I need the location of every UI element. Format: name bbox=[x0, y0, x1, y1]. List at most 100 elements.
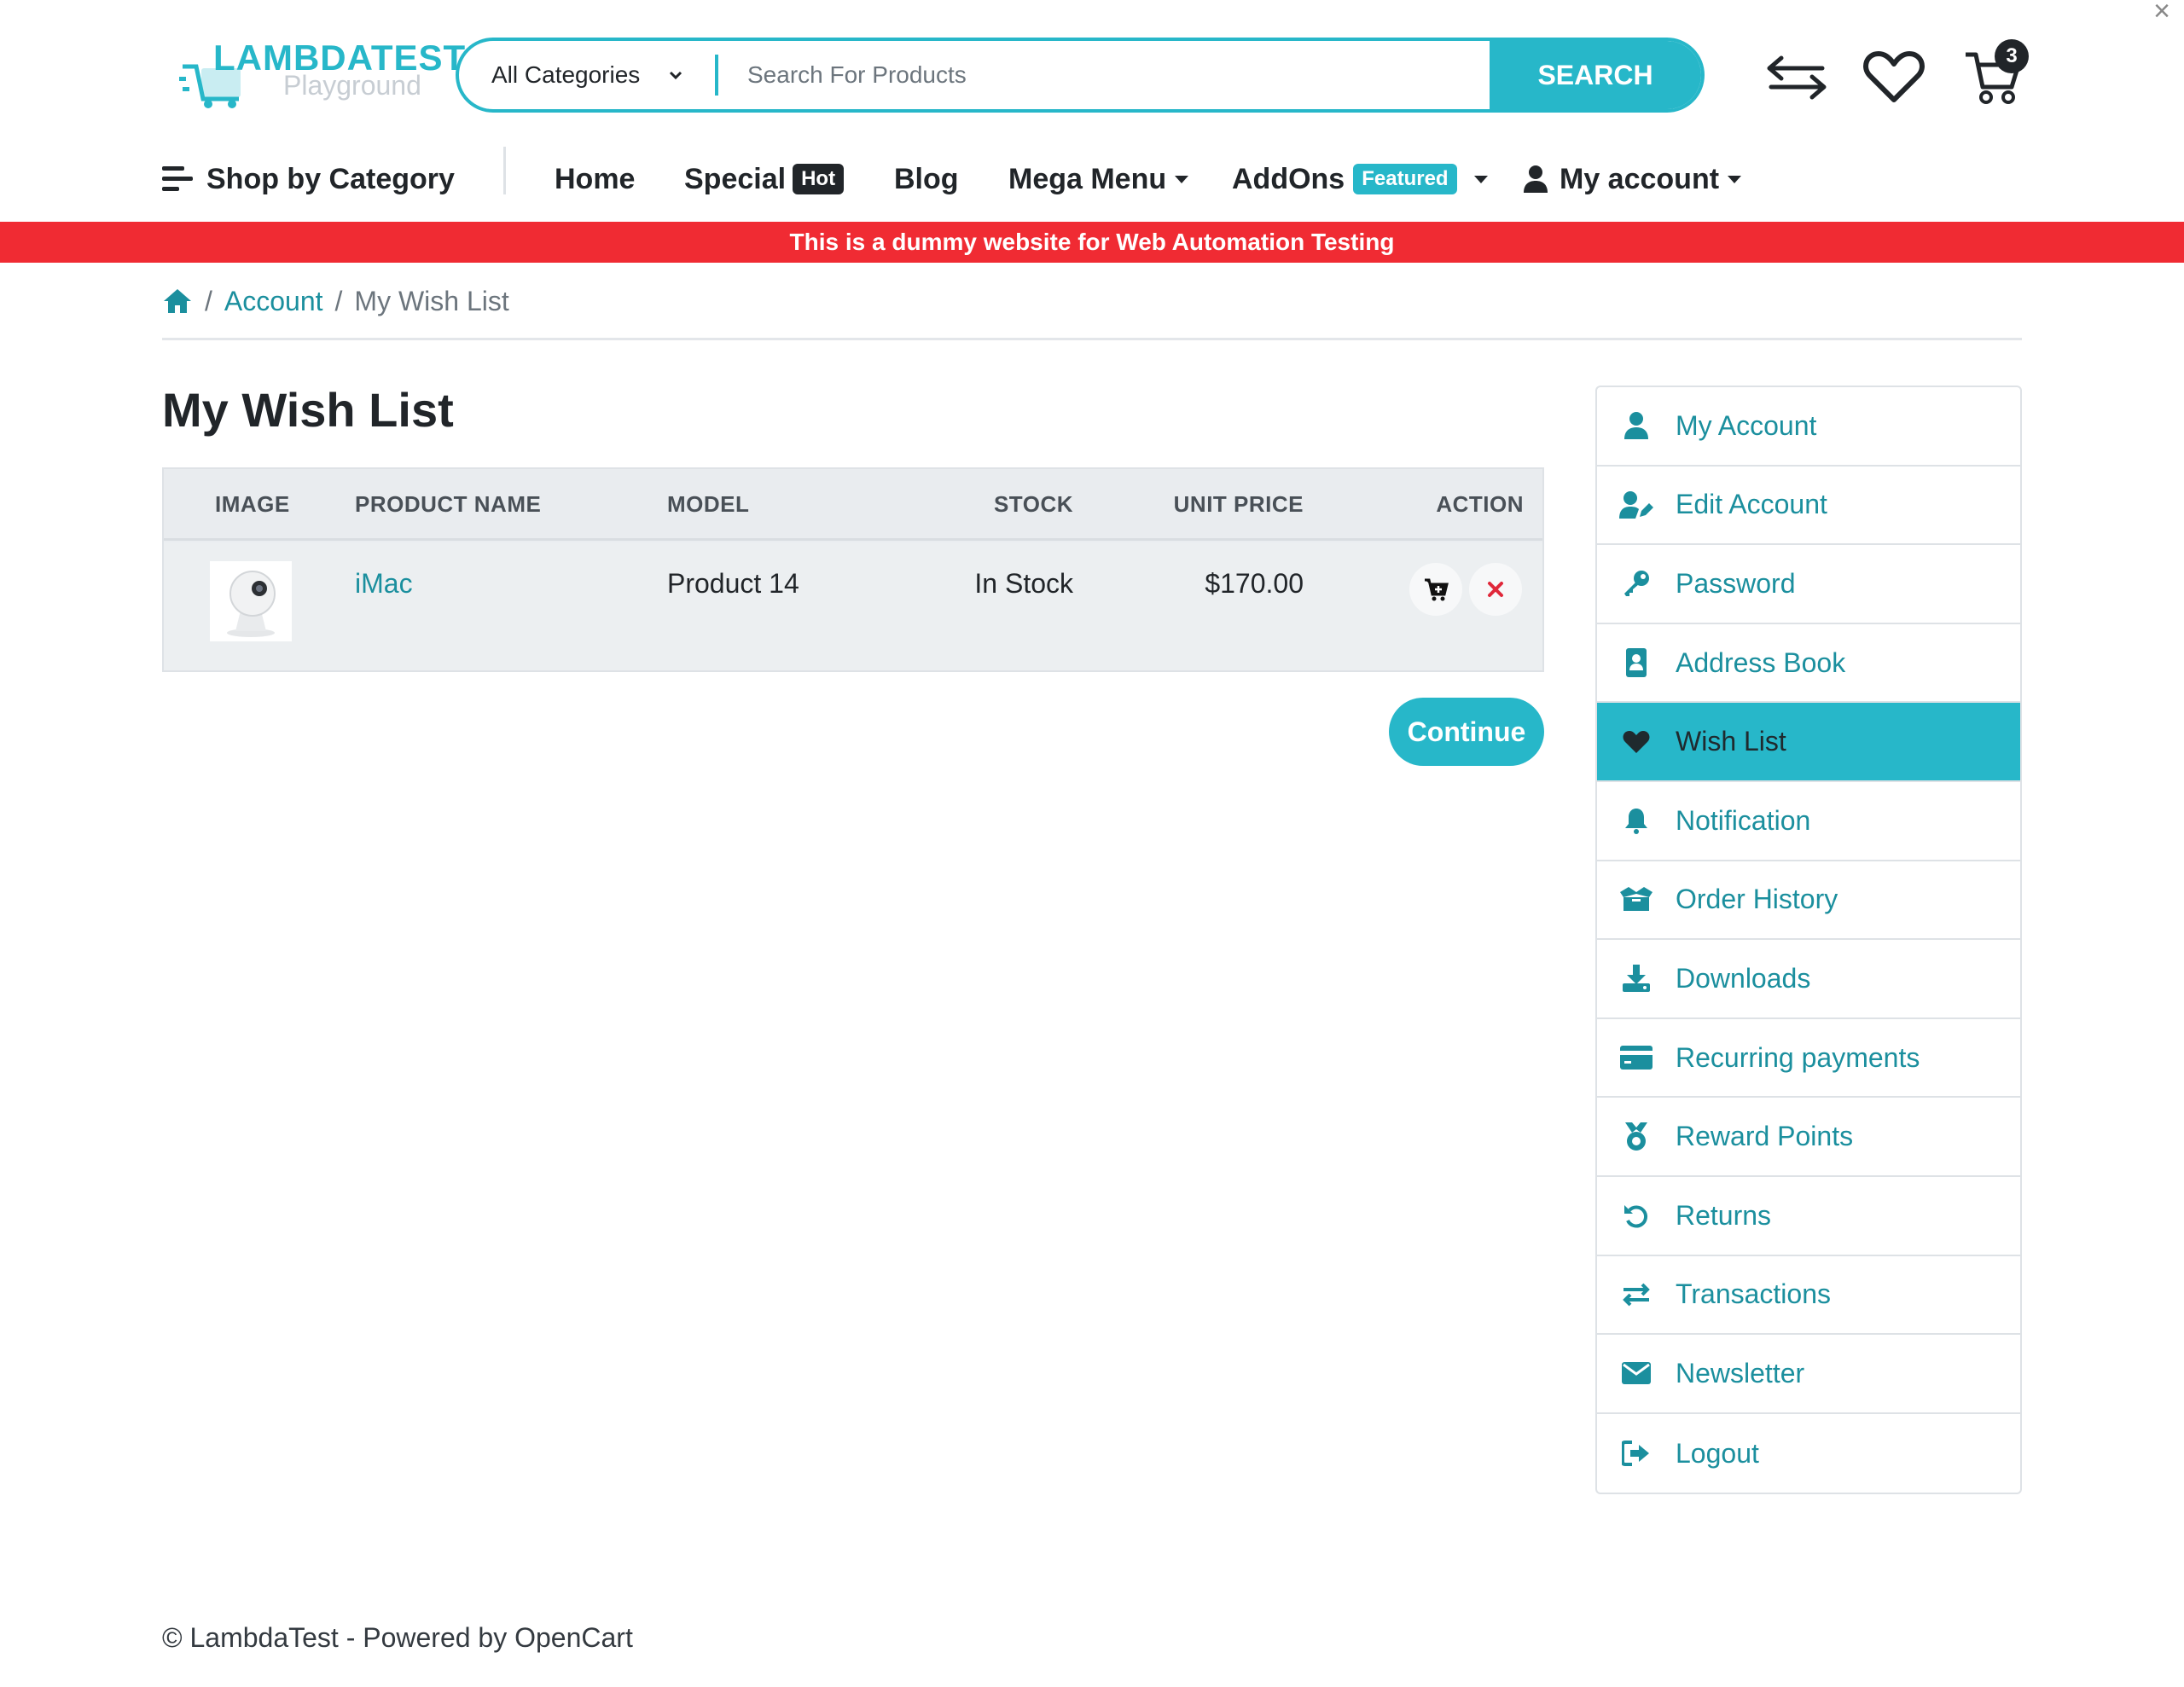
sidebar-item-my-account[interactable]: My Account bbox=[1597, 387, 2020, 467]
breadcrumb-divider bbox=[162, 338, 2022, 340]
main-nav: Shop by Category Home Special Hot Blog M… bbox=[0, 136, 2184, 222]
add-to-cart-button[interactable] bbox=[1409, 563, 1462, 616]
table-header: IMAGE PRODUCT NAME MODEL STOCK UNIT PRIC… bbox=[164, 469, 1542, 541]
column-header-unit-price: UNIT PRICE bbox=[1173, 491, 1304, 517]
search-button[interactable]: SEARCH bbox=[1490, 41, 1701, 109]
search-bar: All Categories SEARCH bbox=[456, 38, 1705, 113]
download-icon bbox=[1619, 961, 1653, 995]
table-row: iMac Product 14 In Stock $170.00 bbox=[164, 542, 1542, 670]
nav-my-account[interactable]: My account bbox=[1524, 154, 1742, 205]
user-icon bbox=[1619, 409, 1653, 443]
sidebar-item-label: Password bbox=[1676, 567, 1796, 599]
sidebar-item-label: Notification bbox=[1676, 804, 1811, 836]
sidebar-item-returns[interactable]: Returns bbox=[1597, 1177, 2020, 1256]
product-name-link[interactable]: iMac bbox=[355, 568, 413, 600]
search-input[interactable] bbox=[718, 41, 1490, 109]
sidebar-item-label: Address Book bbox=[1676, 646, 1846, 678]
envelope-icon bbox=[1619, 1356, 1653, 1390]
webcam-product-image bbox=[210, 561, 292, 641]
footer-copyright: © LambdaTest - Powered by OpenCart bbox=[162, 1622, 633, 1653]
chevron-down-icon bbox=[669, 71, 682, 80]
cart-count-badge: 3 bbox=[1995, 39, 2029, 73]
category-select-value: All Categories bbox=[491, 61, 641, 88]
shop-by-category-label: Shop by Category bbox=[206, 162, 455, 195]
home-icon[interactable] bbox=[162, 287, 193, 315]
undo-icon bbox=[1619, 1198, 1653, 1232]
breadcrumb-account[interactable]: Account bbox=[224, 286, 323, 317]
credit-card-icon bbox=[1619, 1041, 1653, 1075]
nav-addons[interactable]: AddOns Featured bbox=[1232, 154, 1488, 205]
nav-addons-label: AddOns bbox=[1232, 162, 1345, 195]
sidebar-item-label: Order History bbox=[1676, 884, 1838, 915]
caret-down-icon bbox=[1728, 175, 1742, 183]
exchange-icon bbox=[1619, 1278, 1653, 1312]
breadcrumb-current: My Wish List bbox=[354, 285, 509, 316]
menu-bars-icon bbox=[162, 166, 193, 191]
sidebar-item-label: Wish List bbox=[1676, 726, 1786, 757]
sidebar-item-logout[interactable]: Logout bbox=[1597, 1414, 2020, 1493]
category-select[interactable]: All Categories bbox=[459, 41, 715, 109]
nav-special[interactable]: Special Hot bbox=[684, 154, 845, 205]
hot-badge: Hot bbox=[793, 164, 845, 194]
address-book-icon bbox=[1619, 646, 1653, 680]
wishlist-button[interactable] bbox=[1860, 43, 1928, 111]
sign-out-icon bbox=[1619, 1436, 1653, 1470]
nav-home[interactable]: Home bbox=[555, 154, 635, 205]
box-open-icon bbox=[1619, 883, 1653, 917]
sidebar-item-label: Reward Points bbox=[1676, 1121, 1854, 1152]
caret-down-icon bbox=[1473, 175, 1488, 183]
nav-blog-label: Blog bbox=[894, 162, 959, 195]
sidebar-item-wish-list[interactable]: Wish List bbox=[1597, 703, 2020, 782]
sidebar-item-label: Edit Account bbox=[1676, 489, 1827, 520]
product-model: Product 14 bbox=[667, 568, 799, 599]
nav-special-label: Special bbox=[684, 162, 787, 195]
nav-blog[interactable]: Blog bbox=[894, 154, 959, 205]
column-header-model: MODEL bbox=[667, 491, 750, 517]
remove-button[interactable] bbox=[1469, 563, 1522, 616]
sidebar-item-order-history[interactable]: Order History bbox=[1597, 861, 2020, 941]
sidebar-item-reward-points[interactable]: Reward Points bbox=[1597, 1098, 2020, 1177]
compare-button[interactable] bbox=[1763, 43, 1831, 111]
nav-my-account-label: My account bbox=[1560, 162, 1720, 195]
sidebar-item-label: My Account bbox=[1676, 409, 1817, 441]
breadcrumb: / Account / My Wish List bbox=[162, 281, 509, 321]
nav-divider bbox=[503, 147, 506, 194]
product-unit-price: $170.00 bbox=[1205, 568, 1304, 599]
column-header-image: IMAGE bbox=[215, 491, 290, 517]
caret-down-icon bbox=[1175, 175, 1189, 183]
nav-mega-menu[interactable]: Mega Menu bbox=[1008, 154, 1189, 205]
heart-icon bbox=[1619, 725, 1653, 759]
account-sidebar: My Account Edit Account Password Address… bbox=[1595, 386, 2022, 1495]
breadcrumb-separator: / bbox=[205, 285, 212, 316]
logo[interactable]: LAMBDATEST Playground bbox=[179, 34, 465, 119]
sidebar-item-label: Transactions bbox=[1676, 1278, 1831, 1310]
sidebar-item-recurring-payments[interactable]: Recurring payments bbox=[1597, 1019, 2020, 1099]
close-icon bbox=[1488, 582, 1503, 597]
sidebar-item-label: Newsletter bbox=[1676, 1357, 1805, 1388]
key-icon bbox=[1619, 566, 1653, 600]
product-stock: In Stock bbox=[974, 568, 1073, 599]
sidebar-item-downloads[interactable]: Downloads bbox=[1597, 940, 2020, 1019]
heart-icon bbox=[1863, 51, 1925, 102]
sidebar-item-password[interactable]: Password bbox=[1597, 545, 2020, 624]
column-header-stock: STOCK bbox=[993, 491, 1073, 517]
sidebar-item-label: Returns bbox=[1676, 1199, 1772, 1231]
nav-home-label: Home bbox=[555, 162, 636, 195]
medal-icon bbox=[1619, 1120, 1653, 1154]
continue-button[interactable]: Continue bbox=[1389, 698, 1544, 766]
product-thumbnail[interactable] bbox=[210, 561, 292, 641]
cart-button[interactable]: 3 bbox=[1959, 39, 2029, 111]
sidebar-item-notification[interactable]: Notification bbox=[1597, 782, 2020, 861]
header: LAMBDATEST Playground All Categories SEA… bbox=[0, 0, 2184, 145]
column-header-action: ACTION bbox=[1436, 491, 1524, 517]
sidebar-item-address-book[interactable]: Address Book bbox=[1597, 624, 2020, 704]
cart-plus-icon bbox=[1425, 578, 1449, 601]
sidebar-item-transactions[interactable]: Transactions bbox=[1597, 1256, 2020, 1336]
sidebar-item-newsletter[interactable]: Newsletter bbox=[1597, 1335, 2020, 1414]
user-edit-icon bbox=[1619, 488, 1653, 522]
promo-banner: This is a dummy website for Web Automati… bbox=[0, 222, 2184, 263]
sidebar-item-edit-account[interactable]: Edit Account bbox=[1597, 467, 2020, 546]
sidebar-item-label: Downloads bbox=[1676, 962, 1811, 994]
shop-by-category-button[interactable]: Shop by Category bbox=[162, 154, 455, 205]
page-title: My Wish List bbox=[162, 383, 454, 437]
